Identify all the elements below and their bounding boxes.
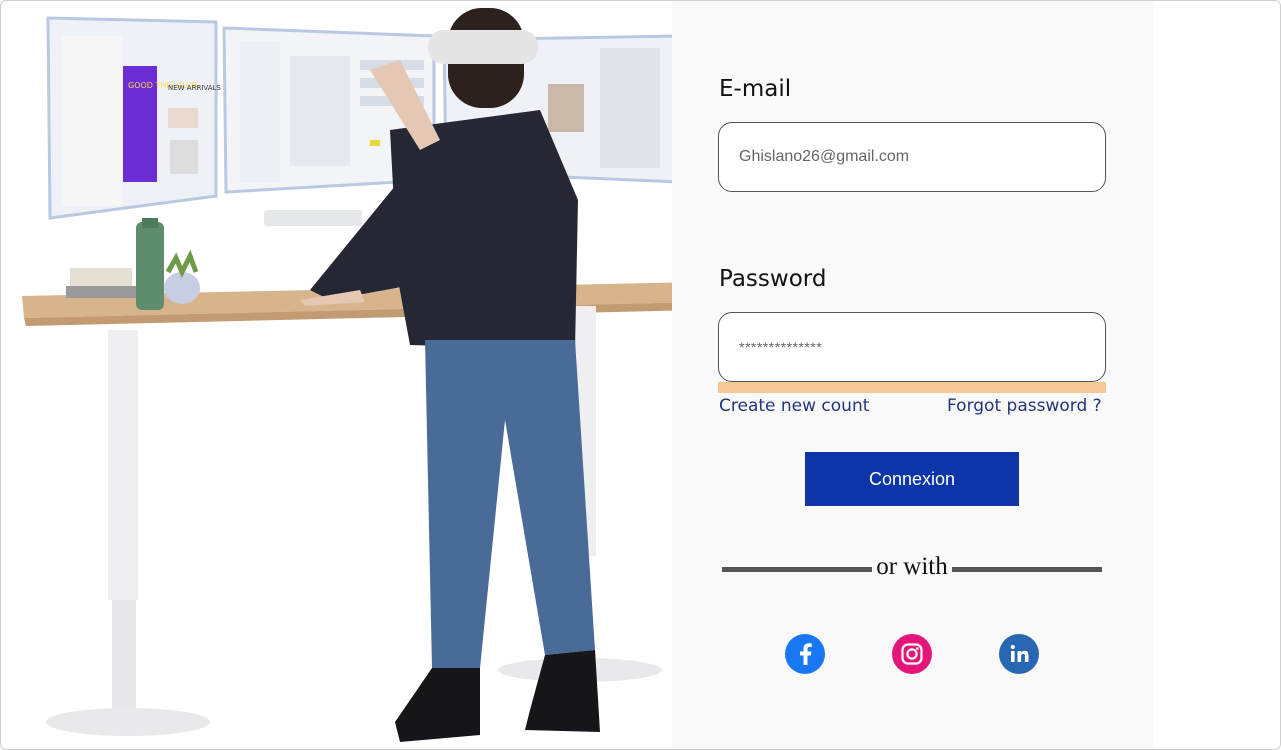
virtual-screens: GOOD THIS CLUB NEW ARRIVALS bbox=[46, 16, 682, 226]
linkedin-button[interactable] bbox=[999, 634, 1039, 674]
password-field[interactable]: ************** bbox=[718, 312, 1106, 382]
divider-line-right bbox=[952, 567, 1102, 572]
vr-workspace-illustration: GOOD THIS CLUB NEW ARRIVALS bbox=[22, 8, 700, 742]
password-strength-bar bbox=[718, 382, 1106, 393]
password-label: Password bbox=[719, 266, 827, 292]
divider-text: or with bbox=[876, 553, 948, 580]
facebook-icon bbox=[800, 643, 812, 665]
instagram-icon bbox=[901, 643, 923, 665]
forgot-password-link[interactable]: Forgot password ? bbox=[947, 396, 1102, 416]
screen-text-arrivals: NEW ARRIVALS bbox=[168, 84, 221, 92]
divider-line-left bbox=[722, 567, 872, 572]
email-label: E-mail bbox=[719, 76, 792, 102]
standing-desk bbox=[22, 282, 700, 736]
instagram-button[interactable] bbox=[892, 634, 932, 674]
create-account-link[interactable]: Create new count bbox=[719, 396, 869, 416]
email-field[interactable]: Ghislano26@gmail.com bbox=[718, 122, 1106, 192]
facebook-button[interactable] bbox=[785, 634, 825, 674]
linkedin-icon bbox=[1010, 644, 1029, 662]
desk-objects bbox=[66, 218, 200, 310]
connexion-button[interactable]: Connexion bbox=[805, 452, 1019, 506]
hero-illustration: GOOD THIS CLUB NEW ARRIVALS bbox=[0, 0, 700, 750]
